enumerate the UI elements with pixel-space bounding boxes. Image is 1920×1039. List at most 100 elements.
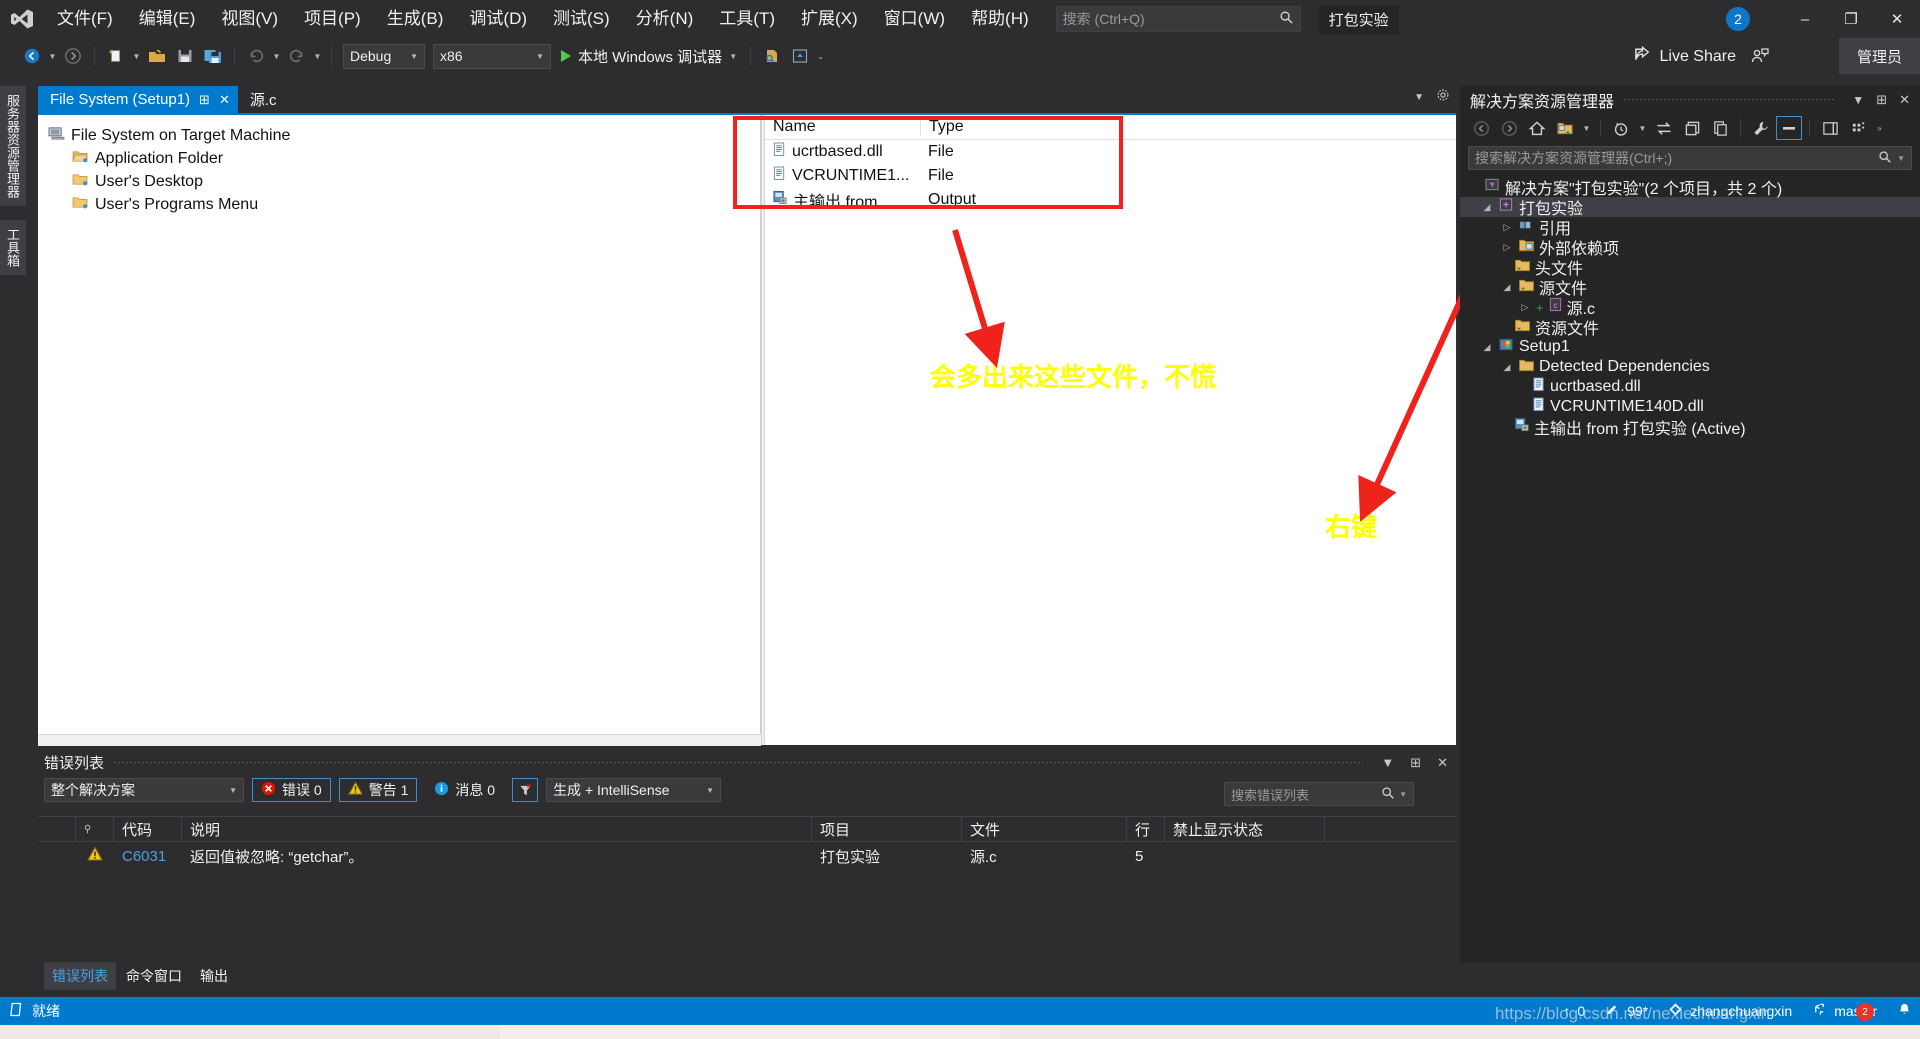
- redo-dropdown-icon[interactable]: ▼: [311, 52, 324, 61]
- menu-item-edit[interactable]: 编辑(E): [126, 0, 209, 38]
- preview-selected-items-icon[interactable]: [1817, 116, 1843, 140]
- menu-item-test[interactable]: 测试(S): [540, 0, 623, 38]
- table-row[interactable]: C6031 返回值被忽略: “getchar”。 打包实验 源.c 5: [38, 842, 1456, 870]
- column-header-line[interactable]: 行: [1127, 816, 1165, 842]
- se-node-primary-output[interactable]: 主输出 from 打包实验 (Active): [1460, 417, 1920, 438]
- solution-configuration-combo[interactable]: Debug ▼: [343, 43, 425, 69]
- column-header-project[interactable]: 项目: [812, 816, 962, 842]
- navigate-forward-icon[interactable]: [60, 43, 86, 69]
- notification-badge[interactable]: 2: [1726, 7, 1750, 31]
- find-in-files-icon[interactable]: [759, 43, 785, 69]
- close-icon[interactable]: ✕: [219, 92, 230, 108]
- twisty-open-icon[interactable]: ◢: [1480, 342, 1494, 353]
- navigate-back-icon[interactable]: [19, 43, 45, 69]
- tree-row-application-folder[interactable]: Application Folder: [48, 147, 760, 170]
- designer-horizontal-scrollbar[interactable]: [38, 734, 761, 746]
- close-icon[interactable]: ✕: [1893, 92, 1920, 108]
- preview-selected-items-icon[interactable]: [787, 43, 813, 69]
- tab-error-list[interactable]: 错误列表: [44, 962, 116, 990]
- maximize-restore-button[interactable]: ❐: [1828, 0, 1874, 38]
- back-icon[interactable]: [1468, 116, 1494, 140]
- tab-output[interactable]: 输出: [192, 962, 236, 990]
- se-node-references[interactable]: ▷ 引用: [1460, 217, 1920, 238]
- se-node-solution[interactable]: 解决方案"打包实验"(2 个项目，共 2 个): [1460, 177, 1920, 198]
- clear-filter-button[interactable]: [512, 778, 539, 802]
- navigate-back-dropdown-icon[interactable]: ▼: [46, 52, 59, 61]
- tab-settings-gear-icon[interactable]: [1436, 88, 1450, 107]
- menu-item-build[interactable]: 生成(B): [374, 0, 457, 38]
- build-intellisense-combo[interactable]: 生成 + IntelliSense ▼: [546, 778, 722, 802]
- undo-icon[interactable]: [243, 43, 269, 69]
- document-tab-source-c[interactable]: 源.c: [238, 86, 285, 113]
- close-button[interactable]: ✕: [1874, 0, 1920, 38]
- new-folder-dropdown-icon[interactable]: ▼: [1580, 124, 1593, 133]
- toolbar-overflow-icon[interactable]: »: [1873, 124, 1886, 133]
- error-list-search-input[interactable]: 搜索错误列表 ▼: [1224, 782, 1414, 806]
- tree-row-root[interactable]: File System on Target Machine: [48, 124, 760, 147]
- se-node-source-files[interactable]: ◢ 源文件: [1460, 277, 1920, 298]
- menu-item-debug[interactable]: 调试(D): [456, 0, 540, 38]
- menu-item-help[interactable]: 帮助(H): [958, 0, 1042, 38]
- view-options-icon[interactable]: [1845, 116, 1871, 140]
- quick-search-input[interactable]: 搜索 (Ctrl+Q): [1055, 6, 1301, 32]
- messages-toggle[interactable]: 消息 0: [425, 778, 505, 802]
- se-node-vcruntime140d-dll[interactable]: VCRUNTIME140D.dll: [1460, 397, 1920, 417]
- twisty-closed-icon[interactable]: ▷: [1500, 242, 1514, 253]
- se-node-project-setup1[interactable]: ◢ Setup1: [1460, 337, 1920, 357]
- new-folder-icon[interactable]: [1552, 116, 1578, 140]
- se-node-external-dependencies[interactable]: ▷ 外部依赖项: [1460, 237, 1920, 258]
- pending-changes-dropdown-icon[interactable]: ▼: [1636, 124, 1649, 133]
- chevron-down-icon[interactable]: ▼: [1399, 790, 1407, 799]
- forward-icon[interactable]: [1496, 116, 1522, 140]
- undo-dropdown-icon[interactable]: ▼: [270, 52, 283, 61]
- copy-icon[interactable]: [1707, 116, 1733, 140]
- column-header-description[interactable]: 说明: [182, 816, 812, 842]
- menu-item-analyze[interactable]: 分析(N): [623, 0, 707, 38]
- se-node-project-dabao[interactable]: ◢ 打包实验: [1460, 197, 1920, 218]
- error-scope-combo[interactable]: 整个解决方案 ▼: [44, 778, 244, 802]
- vertical-tab-toolbox[interactable]: 工具箱: [0, 220, 26, 275]
- errors-toggle[interactable]: 错误 0: [252, 778, 331, 802]
- menu-item-extensions[interactable]: 扩展(X): [788, 0, 871, 38]
- close-icon[interactable]: ✕: [1429, 755, 1456, 771]
- vertical-tab-server-explorer[interactable]: 服务器资源管理器: [0, 86, 26, 206]
- se-node-ucrtbased-dll[interactable]: ucrtbased.dll: [1460, 377, 1920, 397]
- live-share-button[interactable]: Live Share: [1634, 45, 1736, 68]
- chevron-down-icon[interactable]: ▼: [1373, 755, 1402, 770]
- pin-icon[interactable]: ⊞: [1402, 755, 1429, 771]
- new-item-dropdown-icon[interactable]: ▼: [130, 52, 143, 61]
- save-icon[interactable]: [172, 43, 198, 69]
- minimize-button[interactable]: –: [1782, 0, 1828, 38]
- twisty-closed-icon[interactable]: ▷: [1500, 222, 1514, 233]
- twisty-open-icon[interactable]: ◢: [1500, 282, 1514, 293]
- tab-list-chevron-icon[interactable]: ▼: [1414, 92, 1424, 103]
- menu-item-tools[interactable]: 工具(T): [706, 0, 788, 38]
- twisty-open-icon[interactable]: ◢: [1480, 202, 1494, 213]
- solution-explorer-search-input[interactable]: 搜索解决方案资源管理器(Ctrl+;) ▼: [1468, 146, 1912, 170]
- menu-item-file[interactable]: 文件(F): [44, 0, 126, 38]
- document-tab-file-system[interactable]: File System (Setup1) ⊞ ✕: [38, 86, 238, 113]
- se-node-header-files[interactable]: 头文件: [1460, 257, 1920, 278]
- twisty-closed-icon[interactable]: ▷: [1518, 302, 1532, 313]
- solution-platform-combo[interactable]: x86 ▼: [433, 43, 551, 69]
- se-node-source-c[interactable]: ▷ + c 源.c: [1460, 297, 1920, 318]
- se-node-detected-dependencies[interactable]: ◢ Detected Dependencies: [1460, 357, 1920, 377]
- status-notifications[interactable]: [1897, 1002, 1912, 1020]
- tree-row-users-desktop[interactable]: User's Desktop: [48, 170, 760, 193]
- toolbar-overflow-icon[interactable]: ⌄: [814, 52, 827, 61]
- show-all-files-icon[interactable]: [1776, 116, 1802, 140]
- pin-icon[interactable]: ⊞: [199, 92, 210, 108]
- sync-with-active-document-icon[interactable]: [1651, 116, 1677, 140]
- menu-item-window[interactable]: 窗口(W): [871, 0, 958, 38]
- home-icon[interactable]: [1524, 116, 1550, 140]
- start-debugging-button[interactable]: 本地 Windows 调试器 ▼: [555, 43, 743, 69]
- tree-row-users-programs-menu[interactable]: User's Programs Menu: [48, 193, 760, 216]
- properties-wrench-icon[interactable]: [1748, 116, 1774, 140]
- tab-command-window[interactable]: 命令窗口: [118, 962, 190, 990]
- chevron-down-icon[interactable]: ▼: [1897, 154, 1905, 163]
- se-node-resource-files[interactable]: 资源文件: [1460, 317, 1920, 338]
- pin-icon[interactable]: ⊞: [1870, 92, 1893, 108]
- warnings-toggle[interactable]: 警告 1: [338, 778, 418, 802]
- redo-icon[interactable]: [284, 43, 310, 69]
- chevron-down-icon[interactable]: ▼: [1846, 93, 1870, 107]
